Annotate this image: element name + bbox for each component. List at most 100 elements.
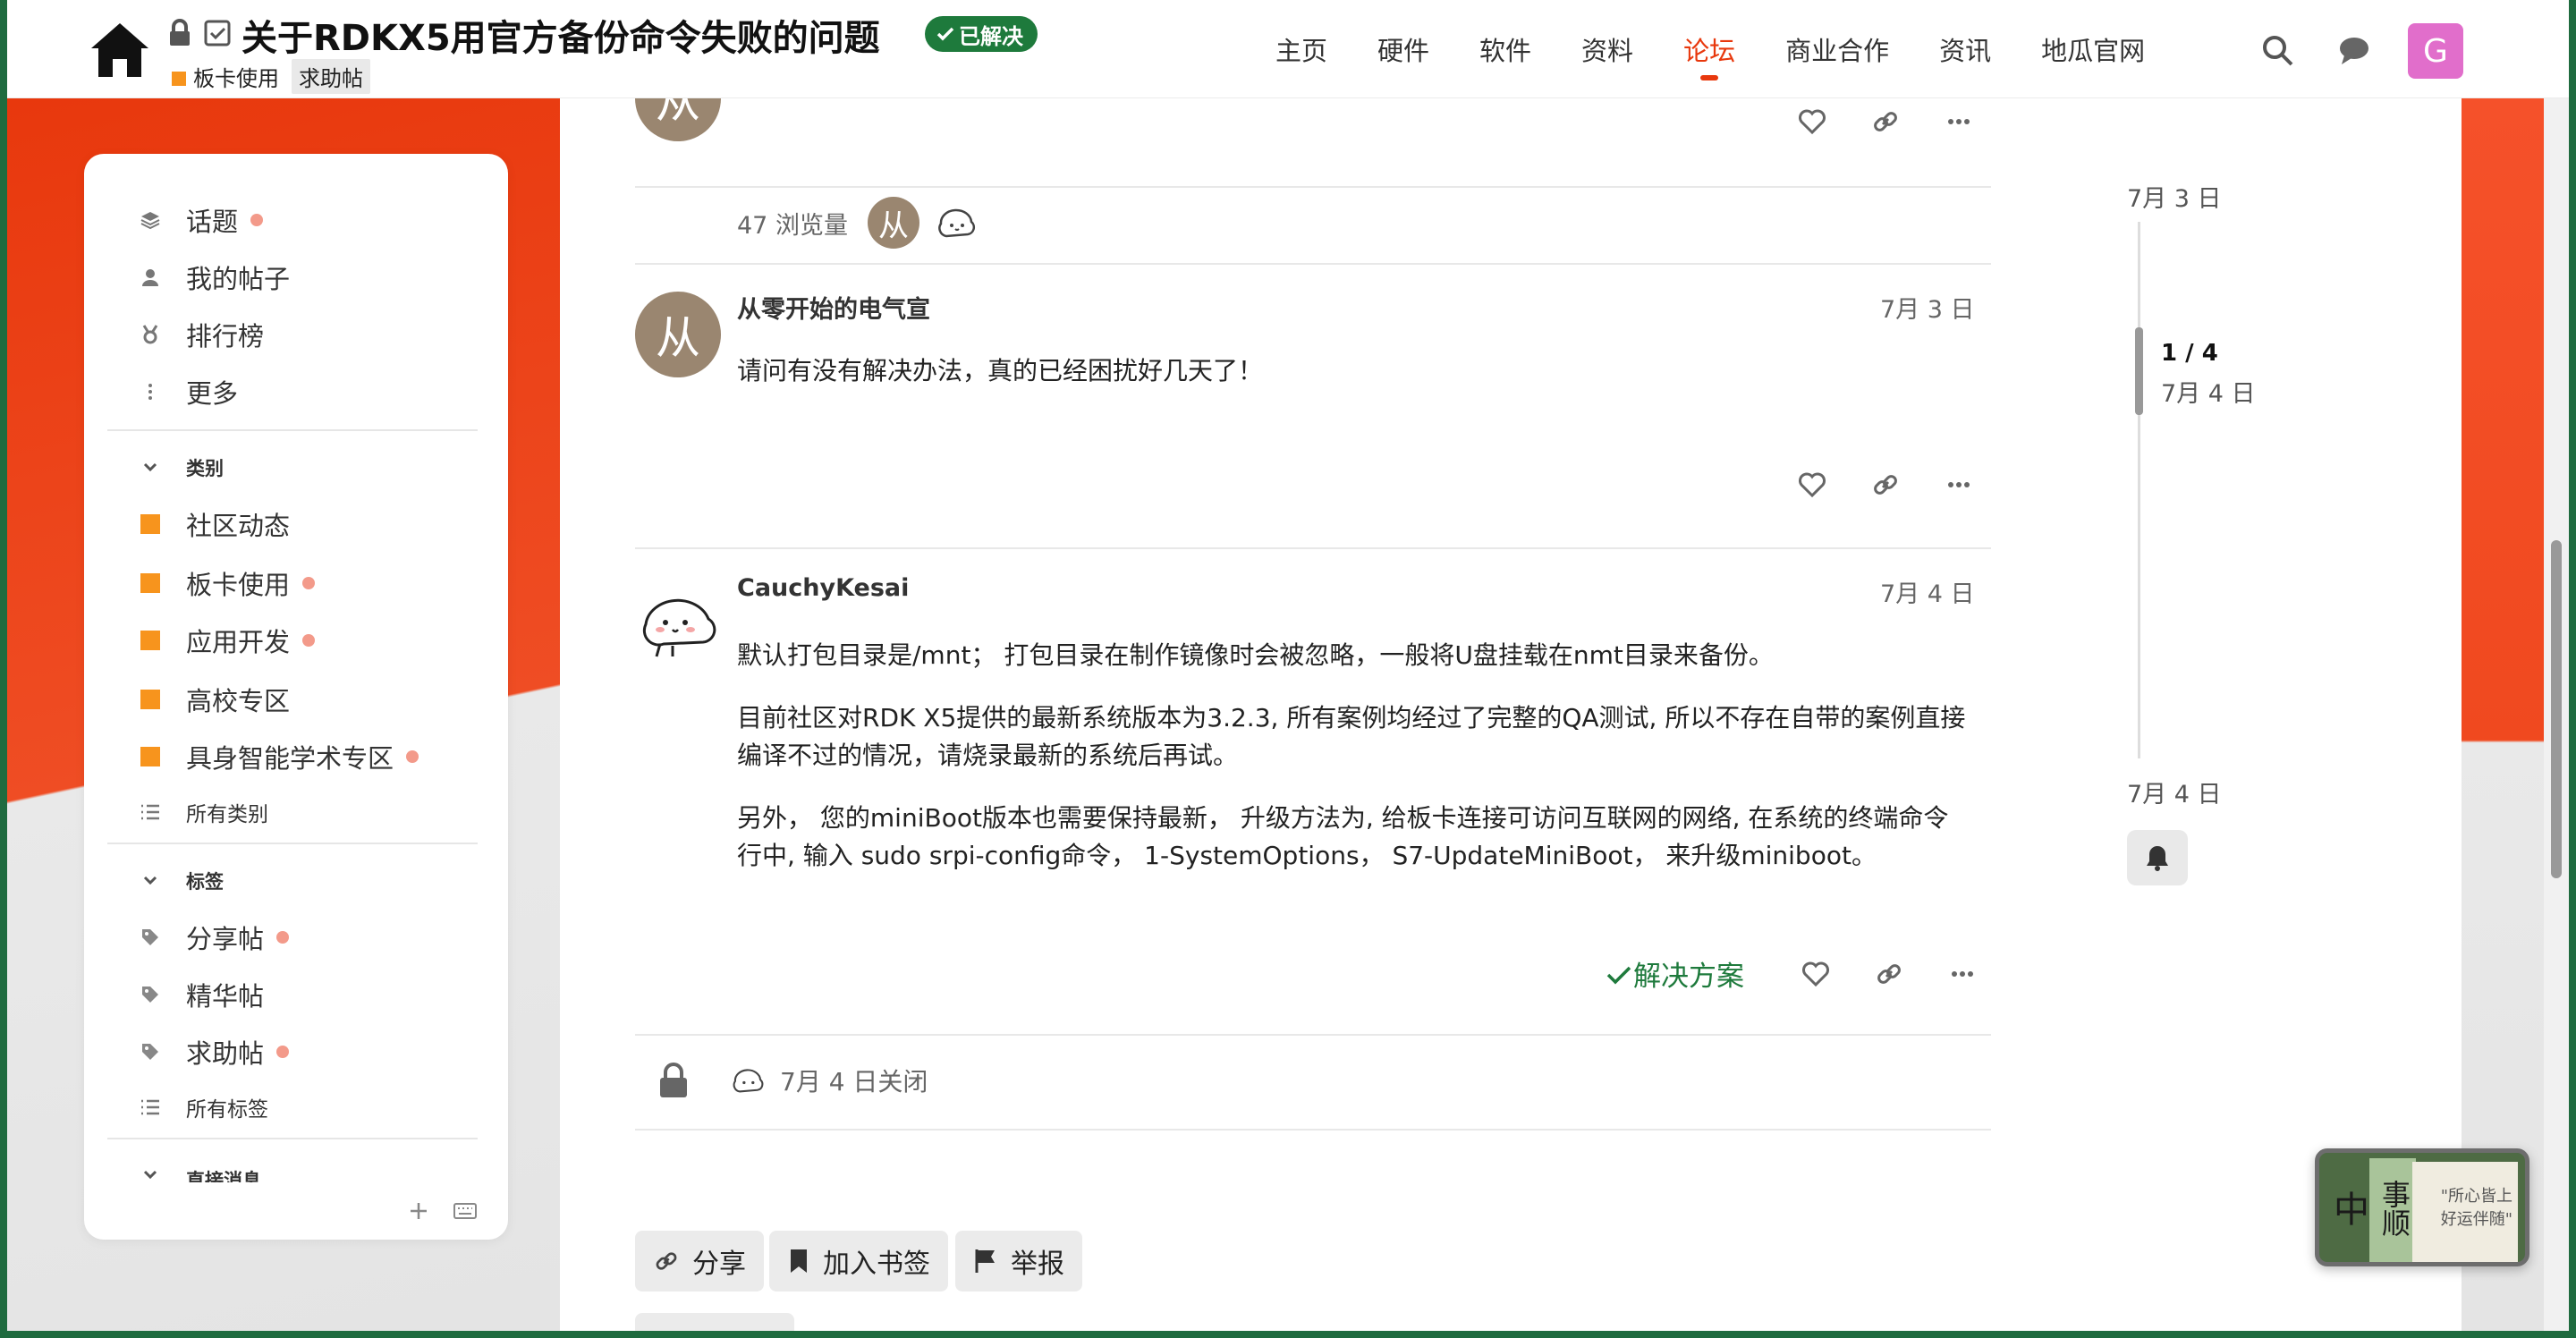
timeline-end-date[interactable]: 7月 4 日 [2127, 775, 2222, 809]
breadcrumb: 板卡使用 求助帖 [172, 59, 370, 94]
copy-link-button[interactable] [1868, 104, 1903, 140]
solved-badge: 已解决 [925, 16, 1038, 52]
sidebar-item-my-posts[interactable]: 我的帖子 [138, 259, 290, 295]
timeline-start-date[interactable]: 7月 3 日 [2127, 179, 2222, 214]
sidebar-item-tag[interactable]: 分享帖 [138, 919, 290, 955]
ellipsis-icon [1948, 482, 1970, 487]
chat-icon[interactable] [2336, 32, 2372, 68]
category-color-swatch [140, 690, 160, 709]
sidebar-section-categories[interactable]: 类别 [138, 454, 224, 481]
lock-icon [660, 1063, 687, 1097]
bookmark-button[interactable]: 加入书签 [769, 1231, 948, 1291]
nav-item-software[interactable]: 软件 [1479, 30, 1531, 68]
post-date[interactable]: 7月 4 日 [1880, 574, 1975, 609]
nav-item-docs[interactable]: 资料 [1581, 30, 1633, 68]
chevron-down-icon [143, 1170, 157, 1180]
post-body: 请问有没有解决办法，真的已经困扰好几天了！ [737, 356, 1264, 385]
nav-item-news[interactable]: 资讯 [1939, 30, 1991, 68]
user-doodle-icon[interactable] [726, 1059, 769, 1102]
sidebar-item-tag[interactable]: 求助帖 [138, 1034, 290, 1070]
copy-link-button[interactable] [1871, 956, 1907, 992]
partial-button[interactable] [635, 1313, 794, 1338]
nav-item-home[interactable]: 主页 [1275, 30, 1327, 68]
floating-sticker-widget[interactable]: 中 事顺 "所心皆上 好运伴随" [2315, 1148, 2529, 1266]
post-divider [635, 263, 1991, 265]
breadcrumb-category[interactable]: 板卡使用 [172, 61, 279, 92]
sidebar-item-all-tags[interactable]: 所有标签 [138, 1089, 268, 1125]
sidebar-item-label: 求助帖 [186, 1038, 265, 1069]
timeline-handle[interactable] [2135, 327, 2143, 415]
more-actions-button[interactable] [1945, 956, 1980, 992]
solution-button[interactable]: 解决方案 [1605, 953, 1744, 994]
heart-icon [1802, 961, 1829, 987]
topic-title[interactable]: 关于RDKX5用官方备份命令失败的问题 [242, 9, 880, 61]
sidebar-item-label: 我的帖子 [186, 264, 291, 294]
main-nav: 主页 硬件 软件 资料 论坛 商业合作 资讯 地瓜官网 [1275, 30, 2195, 80]
sidebar-item-topics[interactable]: 话题 [138, 202, 264, 238]
home-icon[interactable] [88, 18, 152, 82]
link-icon [1874, 475, 1897, 495]
report-button[interactable]: 举报 [955, 1231, 1082, 1291]
participant-avatar-doodle-icon[interactable] [930, 197, 982, 249]
post-date[interactable]: 7月 3 日 [1880, 290, 1975, 325]
post-actions: 解决方案 [1605, 953, 1980, 994]
timeline-position: 1 / 4 [2161, 340, 2218, 367]
view-count: 47 浏览量 [737, 211, 848, 240]
scrollbar-thumb[interactable] [2551, 540, 2562, 878]
widget-note: "所心皆上 好运伴随" [2441, 1185, 2512, 1232]
post-avatar[interactable]: 从 [635, 292, 721, 377]
sidebar-item-category[interactable]: 高校专区 [138, 682, 290, 717]
nav-item-hardware[interactable]: 硬件 [1377, 30, 1429, 68]
widget-char-block: 事顺 [2369, 1158, 2416, 1262]
bell-icon [2147, 846, 2168, 871]
nav-item-forum[interactable]: 论坛 [1683, 30, 1735, 80]
sidebar-item-category[interactable]: 板卡使用 [138, 565, 316, 601]
background-red-band-right [2462, 98, 2544, 1333]
like-button[interactable] [1794, 467, 1830, 503]
sidebar-divider [107, 843, 478, 844]
sidebar-item-label: 更多 [186, 378, 239, 409]
sidebar-footer [408, 1200, 478, 1222]
sidebar-section-tags[interactable]: 标签 [138, 868, 224, 894]
post-author[interactable]: 从零开始的电气宣 [737, 290, 930, 325]
post-divider [635, 547, 1991, 549]
search-icon[interactable] [2259, 32, 2295, 68]
participant-avatar[interactable]: 从 [867, 197, 919, 249]
user-avatar[interactable]: G [2408, 23, 2463, 79]
nav-item-official-site[interactable]: 地瓜官网 [2041, 30, 2145, 68]
sidebar-item-category[interactable]: 具身智能学术专区 [138, 739, 419, 775]
more-actions-button[interactable] [1941, 104, 1977, 140]
sidebar-item-leaderboard[interactable]: 排行榜 [138, 317, 264, 352]
bookmark-label: 加入书签 [823, 1249, 930, 1280]
sidebar-item-label: 分享帖 [186, 924, 265, 954]
breadcrumb-tag[interactable]: 求助帖 [292, 59, 370, 94]
like-button[interactable] [1798, 956, 1834, 992]
copy-link-button[interactable] [1868, 467, 1903, 503]
sidebar-item-category[interactable]: 社区动态 [138, 506, 290, 542]
sidebar-item-all-categories[interactable]: 所有类别 [138, 794, 268, 830]
share-button[interactable]: 分享 [635, 1231, 764, 1291]
like-button[interactable] [1794, 104, 1830, 140]
post-actions [1757, 104, 1977, 140]
more-actions-button[interactable] [1941, 467, 1977, 503]
bookmark-icon [791, 1249, 807, 1273]
keyboard-icon[interactable] [453, 1201, 478, 1221]
notification-level-button[interactable] [2127, 830, 2188, 885]
post-body-paragraph: 另外， 您的miniBoot版本也需要保持最新， 升级方法为, 给板卡连接可访问… [737, 803, 1949, 870]
heart-icon [1799, 109, 1826, 135]
plus-icon[interactable] [408, 1200, 429, 1222]
sidebar-item-more[interactable]: 更多 [138, 374, 238, 410]
tag-icon [142, 1044, 158, 1060]
list-icon [141, 804, 159, 820]
post-body-paragraph: 默认打包目录是/mnt； 打包目录在制作镜像时会被忽略，一般将U盘挂载在nmt目… [737, 640, 1774, 670]
sidebar-item-label: 话题 [186, 207, 239, 237]
sidebar-item-label: 所有标签 [186, 1098, 268, 1122]
sidebar-item-category[interactable]: 应用开发 [138, 622, 316, 658]
nav-item-business[interactable]: 商业合作 [1785, 30, 1889, 68]
widget-note-line: "所心皆上 [2440, 1187, 2512, 1206]
sidebar-item-tag[interactable]: 精华帖 [138, 977, 264, 1012]
sidebar-section-messages[interactable]: 直接消息 [138, 1166, 261, 1182]
post-avatar-doodle-icon[interactable] [633, 581, 723, 662]
post-author[interactable]: CauchyKesai [737, 574, 909, 602]
layers-icon [140, 212, 160, 230]
